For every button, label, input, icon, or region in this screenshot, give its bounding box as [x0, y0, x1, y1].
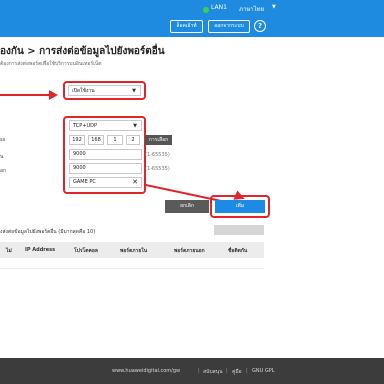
- table-header: ไม่ IP Address โปรโตคอล พอร์ตภายใน พอร์ต…: [0, 242, 264, 258]
- ip-select-button[interactable]: การเลือก: [145, 135, 172, 145]
- exit-button[interactable]: ออกจากระบบ: [208, 20, 250, 33]
- ip-label: ss: [0, 137, 6, 143]
- ip-octet-4[interactable]: 2: [126, 135, 140, 145]
- column-header: พอร์ตภายนอก: [174, 248, 205, 254]
- ip-octet-2[interactable]: 168: [88, 135, 104, 145]
- footer-divider: |: [226, 368, 228, 374]
- internal-port-input[interactable]: 9000: [69, 149, 142, 160]
- table-divider: [0, 268, 264, 269]
- language-selector[interactable]: ภาษาไทย: [239, 4, 264, 14]
- footer: www.huaweidigital.com/gw | สนับสนุน | คู…: [0, 358, 384, 384]
- footer-website-link[interactable]: www.huaweidigital.com/gw: [112, 368, 180, 374]
- external-port-input[interactable]: 9000: [69, 163, 142, 174]
- delete-button[interactable]: [214, 225, 264, 235]
- footer-divider: |: [246, 368, 248, 374]
- internal-port-label: น: [0, 154, 4, 160]
- external-port-label: อก: [0, 168, 7, 174]
- footer-gpl-link[interactable]: GNU GPL: [252, 368, 275, 374]
- help-icon[interactable]: ?: [254, 20, 266, 32]
- logout-button[interactable]: ล็อคเอ้าท์: [170, 20, 203, 33]
- chevron-down-icon[interactable]: ▼: [272, 4, 276, 10]
- annotation-arrow: [0, 94, 50, 96]
- column-header: พอร์ตภายใน: [120, 248, 148, 254]
- footer-support-link[interactable]: สนับสนุน: [203, 368, 223, 376]
- status-select-value: เปิดใช้งาน: [72, 88, 95, 94]
- cancel-button[interactable]: ยกเลิก: [165, 200, 209, 213]
- close-icon[interactable]: ✕: [132, 178, 138, 187]
- name-input[interactable]: GAME PC ✕: [69, 177, 142, 188]
- list-title: งส่งต่อข้อมูลไปยังพอร์ตอื่น (มีมากสุดคือ…: [0, 229, 96, 235]
- ip-octet-3[interactable]: 1: [107, 135, 123, 145]
- ip-octet-1[interactable]: 192: [69, 135, 85, 145]
- status-select[interactable]: เปิดใช้งาน ▼: [68, 85, 141, 96]
- annotation-arrow-head: [49, 90, 58, 100]
- chevron-down-icon: ▼: [133, 123, 137, 129]
- column-header: โปรโตคอล: [74, 248, 98, 254]
- lan-status-icon: [203, 7, 209, 13]
- protocol-select[interactable]: TCP+UDP ▼: [69, 120, 142, 131]
- page-subtitle: ต้องการส่งต่อพอร์ตเพื่อใช้บริการบนอินเทอ…: [0, 61, 102, 67]
- internal-port-range: (1-65535): [145, 152, 170, 158]
- chevron-down-icon: ▼: [132, 88, 136, 94]
- column-header: ชื่อติดกัน: [228, 248, 248, 254]
- protocol-select-value: TCP+UDP: [73, 123, 97, 129]
- column-header: IP Address: [25, 247, 56, 253]
- external-port-range: (1-65535): [145, 166, 170, 172]
- footer-manual-link[interactable]: คู่มือ: [232, 368, 242, 376]
- name-input-value: GAME PC: [73, 179, 96, 185]
- lan-label: LAN1: [211, 4, 227, 11]
- footer-divider: |: [198, 368, 200, 374]
- page-title: องกัน > การส่งต่อข้อมูลไปยังพอร์ตอื่น: [0, 46, 165, 57]
- add-button[interactable]: เพิ่ม: [215, 200, 265, 213]
- top-bar: LAN1 ภาษาไทย ▼ ล็อคเอ้าท์ ออกจากระบบ ?: [0, 0, 384, 37]
- column-header: ไม่: [6, 248, 12, 254]
